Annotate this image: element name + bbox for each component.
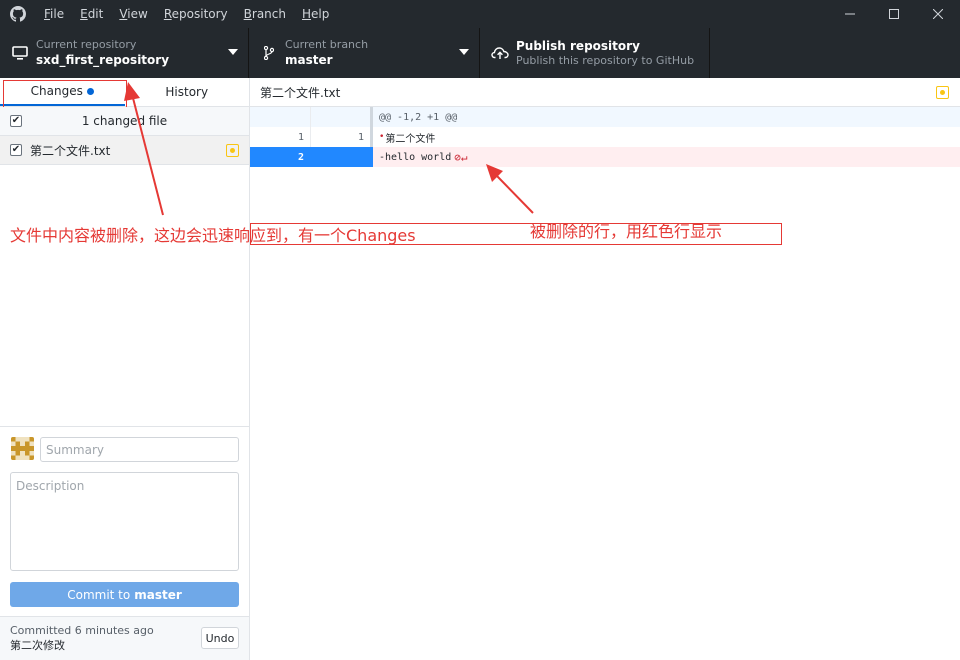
no-newline-icon: ⊘↵ [454,150,468,164]
publish-title: Publish repository [516,39,640,53]
close-icon [933,9,943,19]
menu-bar: File Edit View Repository Branch Help [36,0,337,28]
diff-line[interactable]: 1 1 • 第二个文件 [250,127,960,147]
close-button[interactable] [916,0,960,28]
repository-label: Current repository [36,38,137,51]
menu-branch[interactable]: Branch [236,0,294,28]
commit-form: Commit tomaster [0,426,249,616]
diff-file-header: 第二个文件.txt [250,78,960,107]
file-name: 第二个文件.txt [30,143,111,158]
line-text: -hello world [379,151,452,163]
branch-label: Current branch [285,38,369,51]
current-branch-button[interactable]: Current branch master [249,28,480,78]
current-repository-button[interactable]: Current repository sxd_first_repository [0,28,249,78]
tab-history[interactable]: History [125,78,250,106]
modified-icon [226,144,239,157]
bullet-icon: • [379,132,385,142]
publish-repository-button[interactable]: Publish repository Publish this reposito… [480,28,710,78]
select-all-checkbox[interactable]: ✔ [10,115,22,127]
title-bar: File Edit View Repository Branch Help [0,0,960,28]
file-checkbox[interactable]: ✔ [10,144,22,156]
toolbar: Current repository sxd_first_repository … [0,28,960,78]
caret-down-icon [228,49,238,55]
github-logo-icon [0,0,36,28]
changed-file-item[interactable]: ✔ 第二个文件.txt [0,136,249,165]
git-branch-icon [259,46,279,60]
annotation-deleted-note: 被删除的行，用红色行显示 [530,222,723,241]
monitor-icon [10,46,30,60]
diff-file-name: 第二个文件.txt [260,85,341,100]
summary-input[interactable] [40,437,239,462]
menu-help[interactable]: Help [294,0,337,28]
modified-icon [936,86,949,99]
commit-button-branch: master [134,587,182,602]
branch-name: master [285,53,333,67]
new-line-number: 1 [311,127,373,147]
maximize-icon [889,9,899,19]
caret-down-icon [459,49,469,55]
maximize-button[interactable] [872,0,916,28]
window-controls [828,0,960,28]
sidebar-tabs: Changes History [0,78,249,107]
sidebar: Changes History ✔ 1 changed file ✔ 第二个文件… [0,78,250,660]
old-line-number: 1 [250,127,311,147]
menu-view[interactable]: View [111,0,155,28]
tab-changes[interactable]: Changes [0,78,125,106]
last-commit-panel: Committed 6 minutes ago 第二次修改 Undo [0,616,249,660]
changes-indicator-dot [86,87,94,95]
commit-button[interactable]: Commit to master [10,582,239,607]
new-line-number [311,147,373,167]
minimize-icon [845,13,855,15]
publish-subtitle: Publish this repository to GitHub [516,54,695,67]
diff-line-deleted[interactable]: 2 -hello world ⊘↵ [250,147,960,167]
menu-repository[interactable]: Repository [156,0,236,28]
minimize-button[interactable] [828,0,872,28]
menu-edit[interactable]: Edit [72,0,111,28]
avatar [11,437,34,460]
menu-file[interactable]: File [36,0,72,28]
hunk-header-text: @@ -1,2 +1 @@ [379,111,458,123]
line-text: 第二个文件 [385,133,436,145]
annotation-changes-note: 文件中内容被删除，这边会迅速响应到，有一个Changes [10,226,416,245]
description-input[interactable] [10,472,239,571]
diff-view: 第二个文件.txt @@ -1,2 +1 @@ 1 1 • 第二个文件 2 -he… [250,78,960,660]
old-line-number: 2 [250,147,311,167]
changed-files-header: ✔ 1 changed file [0,107,249,136]
repository-name: sxd_first_repository [36,53,170,67]
tab-history-label: History [165,85,209,99]
undo-button[interactable]: Undo [201,627,239,649]
changed-files-count: 1 changed file [81,114,168,128]
tab-changes-label: Changes [30,84,83,98]
commit-button-prefix: Commit to [67,587,131,602]
cloud-upload-icon [490,46,510,60]
diff-hunk-header: @@ -1,2 +1 @@ [250,107,960,127]
